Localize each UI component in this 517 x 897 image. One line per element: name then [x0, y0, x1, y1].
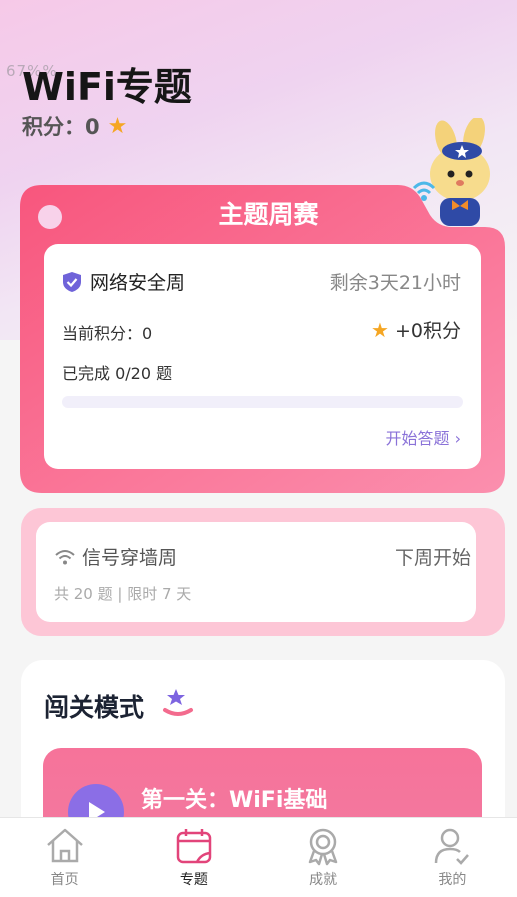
- progress-bar: [62, 396, 463, 408]
- shield-check-icon: [63, 271, 81, 292]
- score-summary: 积分：0 ★: [22, 111, 127, 141]
- page-title: WiFi专题: [22, 65, 192, 109]
- tab-profile-label: 我的: [438, 872, 467, 888]
- weekly-section-title: 主题周赛: [218, 200, 319, 229]
- bonus-score-value: +0积分: [394, 320, 461, 342]
- user-icon: [435, 828, 470, 865]
- next-week-status: 下周开始: [394, 547, 471, 569]
- bonus-score: ★ +0积分: [371, 316, 461, 343]
- star-icon: ★: [371, 317, 389, 342]
- tab-achievements-label: 成就: [309, 872, 338, 888]
- star-decoration-icon: [163, 689, 193, 716]
- start-quiz-link[interactable]: 开始答题 ›: [386, 425, 462, 449]
- time-remaining: 剩余3天21小时: [329, 272, 461, 294]
- tab-achievements[interactable]: 成就: [259, 818, 388, 897]
- weekly-topic-name: 网络安全周: [90, 272, 186, 294]
- wifi-icon: [55, 549, 75, 564]
- current-score: 当前积分：0: [62, 324, 153, 343]
- medal-icon: [308, 828, 338, 866]
- bottom-tab-bar: 首页 专题 成就 我的: [0, 817, 517, 897]
- completed-count: 已完成 0/20 题: [62, 364, 173, 383]
- next-week-topic-name: 信号穿墙周: [82, 547, 178, 569]
- next-week-inner[interactable]: [36, 522, 476, 622]
- score-label: 积分：0: [22, 115, 100, 139]
- tab-home[interactable]: 首页: [0, 818, 129, 897]
- tab-profile[interactable]: 我的: [388, 818, 517, 897]
- level-title: 第一关：WiFi基础: [141, 788, 328, 813]
- home-icon: [46, 828, 83, 863]
- weekly-topic-header: 网络安全周: [62, 268, 185, 295]
- tab-home-label: 首页: [50, 872, 79, 888]
- next-week-meta: 共 20 题 | 限时 7 天: [54, 585, 192, 603]
- next-week-header: 信号穿墙周: [54, 543, 177, 570]
- tab-topics[interactable]: 专题: [129, 818, 258, 897]
- challenge-title: 闯关模式: [44, 693, 145, 722]
- tab-topics-label: 专题: [179, 872, 208, 888]
- star-icon: ★: [107, 113, 128, 139]
- calendar-icon: [176, 829, 212, 864]
